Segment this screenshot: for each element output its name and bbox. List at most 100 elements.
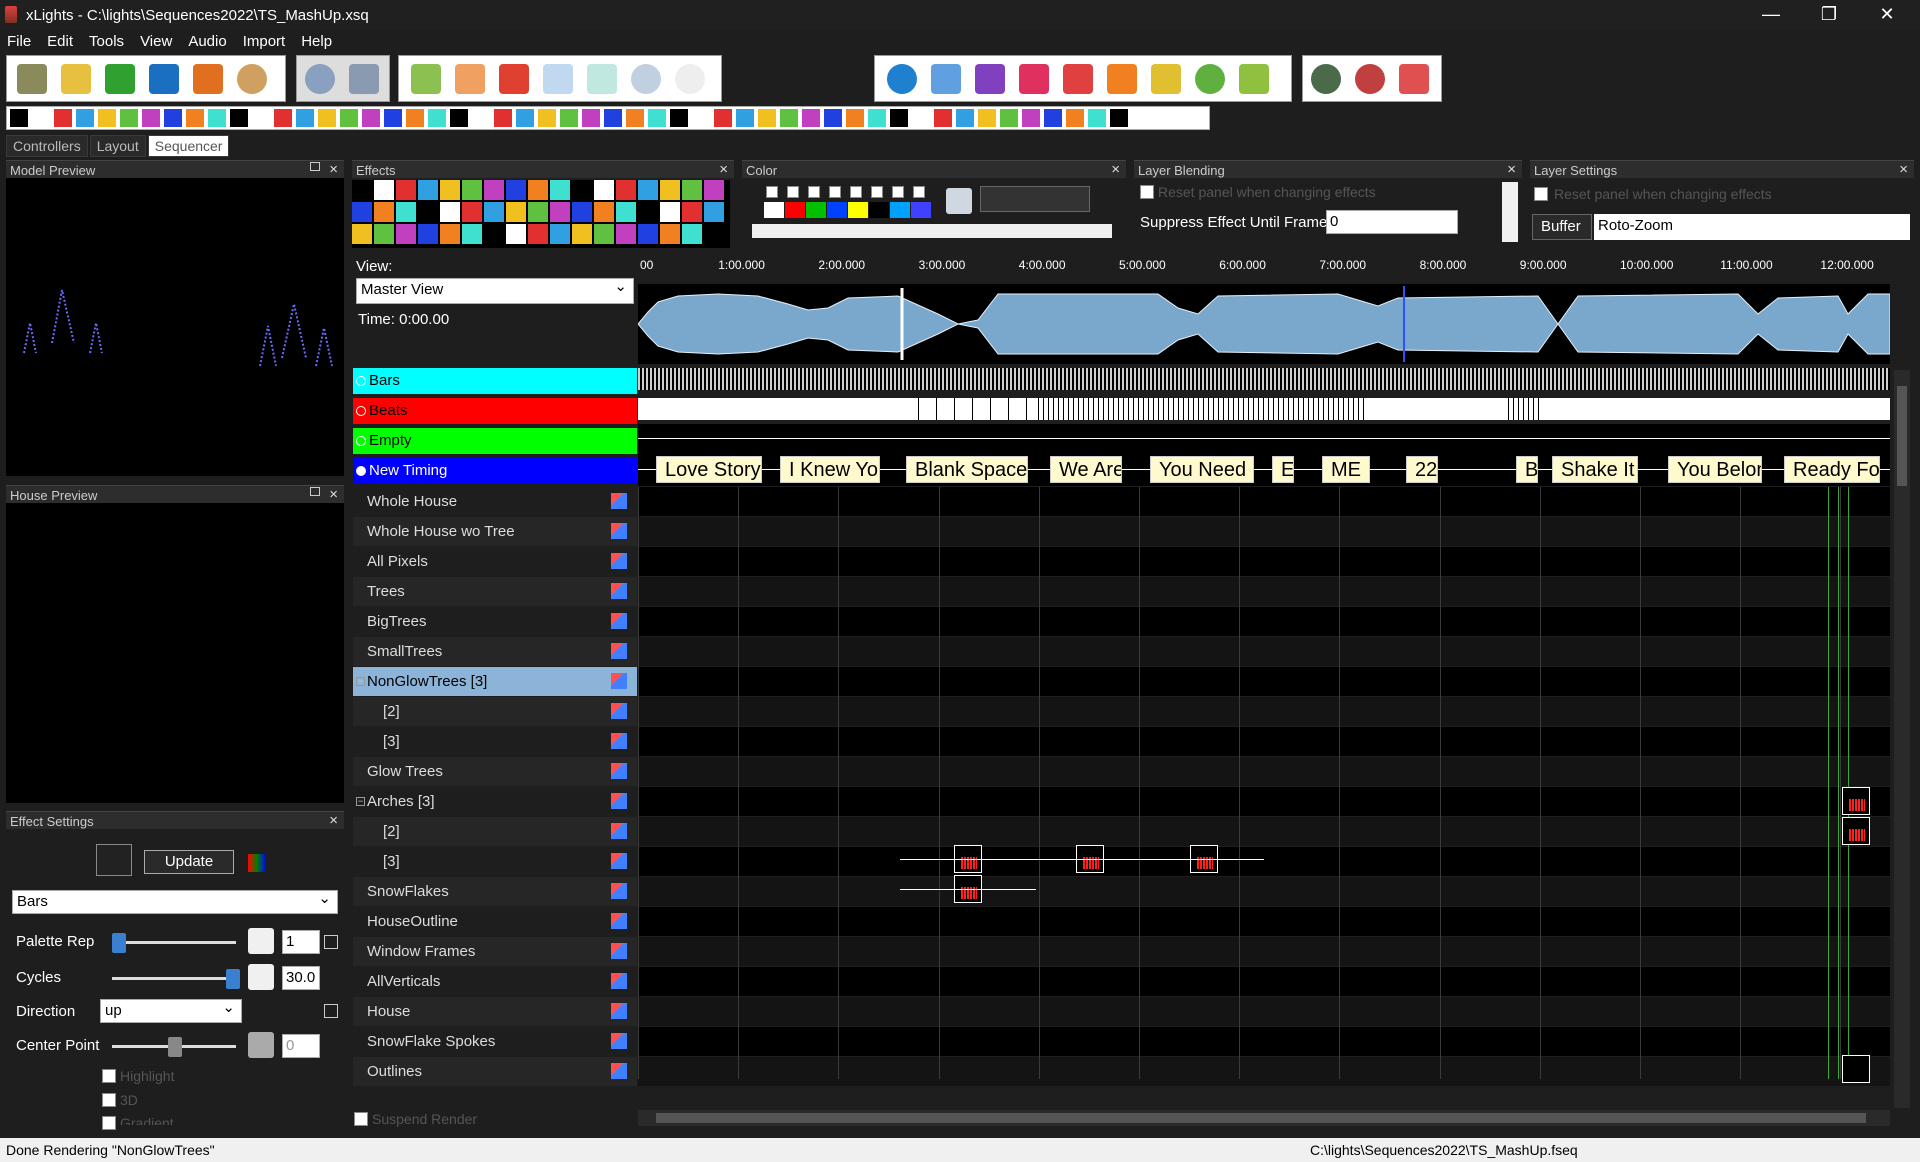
effect-icon[interactable]: [440, 224, 460, 244]
model-row[interactable]: AllVerticals: [353, 967, 637, 996]
effect-icon[interactable]: [594, 224, 614, 244]
model-effects-icon[interactable]: [611, 1003, 627, 1019]
effect-icon[interactable]: [670, 109, 688, 127]
grid-row[interactable]: [638, 697, 1890, 726]
stop-icon[interactable]: [499, 64, 529, 94]
effect-icon[interactable]: [594, 180, 614, 200]
effect-icon[interactable]: [660, 180, 680, 200]
bars-effect[interactable]: [1842, 787, 1870, 815]
effect-icon[interactable]: [374, 180, 394, 200]
color-checkbox[interactable]: [808, 186, 820, 198]
color-checkbox[interactable]: [892, 186, 904, 198]
timing-radio-icon[interactable]: [356, 376, 366, 386]
effect-icon[interactable]: [682, 180, 702, 200]
effect-icon[interactable]: [440, 180, 460, 200]
grid-row[interactable]: [638, 667, 1890, 696]
model-row[interactable]: Whole House wo Tree: [353, 517, 637, 546]
effect-icon[interactable]: [494, 109, 512, 127]
rewind-icon[interactable]: [543, 64, 573, 94]
model-row[interactable]: HouseOutline: [353, 907, 637, 936]
tab-sequencer[interactable]: Sequencer: [147, 135, 230, 157]
effect-icon[interactable]: [704, 224, 724, 244]
effect-icon[interactable]: [32, 109, 50, 127]
grid-row[interactable]: [638, 727, 1890, 756]
waveform[interactable]: [637, 284, 1891, 364]
color-swatch[interactable]: [827, 202, 847, 218]
menu-help[interactable]: Help: [301, 33, 332, 50]
view-select[interactable]: Master View: [356, 277, 634, 304]
effect-icon[interactable]: [594, 202, 614, 222]
grid-row[interactable]: [638, 937, 1890, 966]
effect-icon[interactable]: [340, 109, 358, 127]
model-effects-icon[interactable]: [611, 883, 627, 899]
maximize-icon[interactable]: [310, 162, 320, 171]
menu-file[interactable]: File: [7, 33, 31, 50]
grid-row[interactable]: [638, 1027, 1890, 1056]
model-row[interactable]: NonGlowTrees [3] −: [353, 667, 637, 696]
timing-track-label-1[interactable]: Beats: [353, 398, 637, 424]
effect-icon[interactable]: [616, 202, 636, 222]
highlight-checkbox[interactable]: [102, 1069, 116, 1083]
effect-icon[interactable]: [418, 202, 438, 222]
song-timing-label[interactable]: You Belon: [1668, 456, 1762, 483]
model-row[interactable]: BigTrees: [353, 607, 637, 636]
effect-icon[interactable]: [934, 109, 952, 127]
models-icon[interactable]: [931, 64, 961, 94]
stopwatch-icon[interactable]: [305, 64, 335, 94]
update-button[interactable]: Update: [144, 850, 234, 874]
song-timing-label[interactable]: E: [1272, 456, 1294, 483]
gradient-checkbox[interactable]: [102, 1116, 116, 1130]
effect-icon[interactable]: [616, 180, 636, 200]
tab-controllers[interactable]: Controllers: [6, 135, 88, 157]
grid-row[interactable]: [638, 877, 1890, 906]
effect-icon[interactable]: [704, 180, 724, 200]
buffer-tab[interactable]: Buffer: [1532, 214, 1592, 240]
color-checkbox[interactable]: [850, 186, 862, 198]
direction-select[interactable]: up: [100, 998, 242, 1023]
house-preview-canvas[interactable]: [6, 503, 344, 803]
model-row[interactable]: [2]: [353, 697, 637, 726]
model-effects-icon[interactable]: [611, 703, 627, 719]
effect-icon[interactable]: [506, 224, 526, 244]
model-settings-icon[interactable]: [975, 64, 1005, 94]
effect-icon[interactable]: [956, 109, 974, 127]
house-icon[interactable]: [1107, 64, 1137, 94]
model-effects-icon[interactable]: [611, 853, 627, 869]
effect-icon[interactable]: [846, 109, 864, 127]
model-row[interactable]: House: [353, 997, 637, 1026]
suspend-render-checkbox[interactable]: [354, 1112, 368, 1126]
model-row[interactable]: [2]: [353, 817, 637, 846]
close-icon[interactable]: ×: [329, 486, 338, 503]
3d-checkbox[interactable]: [102, 1093, 116, 1107]
cycles-slider[interactable]: [112, 969, 240, 989]
sparkle-icon[interactable]: [1195, 64, 1225, 94]
color-swatch[interactable]: [848, 202, 868, 218]
model-effects-icon[interactable]: [611, 553, 627, 569]
effect-icon[interactable]: [1088, 109, 1106, 127]
effect-icon[interactable]: [978, 109, 996, 127]
lock-icon[interactable]: [324, 935, 338, 949]
minimize-button[interactable]: —: [1748, 0, 1794, 30]
color-wheel-icon[interactable]: [946, 188, 972, 214]
effect-icon[interactable]: [450, 109, 468, 127]
effect-icon[interactable]: [704, 202, 724, 222]
effect-icon[interactable]: [638, 202, 658, 222]
bars-effect[interactable]: [1842, 817, 1870, 845]
grid-row[interactable]: [638, 997, 1890, 1026]
song-timing-label[interactable]: ME: [1322, 456, 1370, 483]
tab-layout[interactable]: Layout: [89, 135, 146, 157]
model-effects-icon[interactable]: [611, 943, 627, 959]
color-swatch[interactable]: [890, 202, 910, 218]
model-row[interactable]: Outlines: [353, 1057, 637, 1086]
reset-panel-checkbox[interactable]: [1534, 187, 1548, 201]
effect-icon[interactable]: [648, 109, 666, 127]
effect-icon[interactable]: [802, 109, 820, 127]
song-timing-label[interactable]: I Knew You: [780, 456, 880, 483]
song-timing-label[interactable]: 22: [1406, 456, 1438, 483]
song-timing-label[interactable]: Love Story: [656, 456, 762, 483]
color-checkbox[interactable]: [871, 186, 883, 198]
horizontal-scrollbar[interactable]: [638, 1110, 1890, 1126]
lightbulb-icon[interactable]: [675, 64, 705, 94]
effect-icon[interactable]: [374, 224, 394, 244]
effect-icon[interactable]: [186, 109, 204, 127]
